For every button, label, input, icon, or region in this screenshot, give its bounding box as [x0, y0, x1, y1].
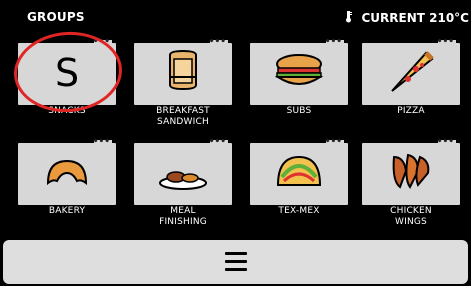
pizza-slice-icon: [391, 51, 434, 92]
group-label: SNACKS: [48, 106, 86, 116]
group-label: BREAKFAST SANDWICH: [156, 106, 210, 127]
group-tile-meal-finishing[interactable]: ••• MEAL FINISHING: [134, 138, 232, 235]
group-label: MEAL FINISHING: [159, 206, 207, 227]
group-label: PIZZA: [397, 106, 425, 116]
group-label: CHICKEN WINGS: [390, 206, 432, 227]
group-tile-subs[interactable]: ••• SUBS: [250, 38, 348, 135]
top-bar: GROUPS CURRENT 210°C: [0, 0, 471, 34]
more-options-icon[interactable]: •••: [437, 38, 454, 47]
letter-s-icon: S: [54, 51, 80, 95]
group-tile-tex-mex[interactable]: ••• TEX-MEX: [250, 138, 348, 235]
hamburger-menu-icon[interactable]: [225, 252, 247, 272]
group-tile-pizza[interactable]: ••• PIZZA: [362, 38, 460, 135]
croissant-icon: [46, 159, 88, 186]
group-card[interactable]: •••: [362, 138, 460, 205]
group-card[interactable]: •••: [18, 138, 116, 205]
meal-plate-icon: [159, 171, 207, 190]
taco-icon: [276, 155, 322, 186]
more-options-icon[interactable]: •••: [93, 138, 110, 147]
thermometer-icon: [345, 11, 352, 23]
group-tile-snacks[interactable]: ••• S SNACKS: [18, 38, 116, 135]
page-title: GROUPS: [27, 10, 85, 24]
group-card[interactable]: ••• S: [18, 38, 116, 105]
sub-sandwich-icon: [274, 54, 324, 85]
more-options-icon[interactable]: •••: [209, 38, 226, 47]
group-label: TEX-MEX: [278, 206, 320, 216]
temperature-readout: CURRENT 210°C: [343, 10, 470, 25]
group-label: SUBS: [286, 106, 312, 116]
group-label: BAKERY: [48, 206, 86, 216]
more-options-icon[interactable]: •••: [209, 138, 226, 147]
group-card[interactable]: •••: [362, 38, 460, 105]
group-tile-breakfast-sandwich[interactable]: ••• BREAKFAST SANDWICH: [134, 38, 232, 135]
temperature-text: CURRENT 210°C: [361, 11, 470, 25]
bottom-bar: [3, 240, 468, 284]
more-options-icon[interactable]: •••: [325, 138, 342, 147]
more-options-icon[interactable]: •••: [437, 138, 454, 147]
group-card[interactable]: •••: [134, 38, 232, 105]
group-card[interactable]: •••: [250, 38, 348, 105]
chicken-wings-icon: [392, 153, 430, 189]
group-card[interactable]: •••: [134, 138, 232, 205]
more-options-icon[interactable]: •••: [325, 38, 342, 47]
sandwich-icon: [169, 49, 197, 91]
group-tile-chicken-wings[interactable]: ••• CHICKEN WINGS: [362, 138, 460, 235]
group-tile-bakery[interactable]: ••• BAKERY: [18, 138, 116, 235]
group-card[interactable]: •••: [250, 138, 348, 205]
